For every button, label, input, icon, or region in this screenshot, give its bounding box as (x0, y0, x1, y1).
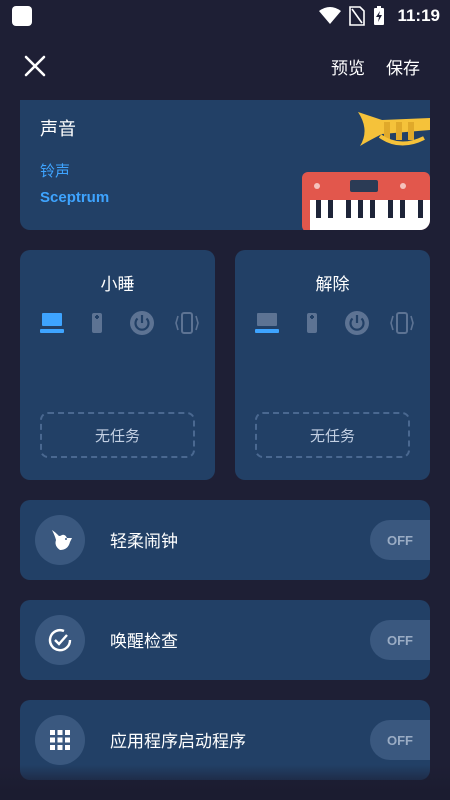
status-icons: 11:19 (319, 4, 440, 28)
dismiss-card: 解除 无任务 (235, 250, 430, 480)
battery-icon[interactable] (83, 309, 111, 337)
power-icon[interactable] (128, 309, 156, 337)
app-grid-icon (35, 715, 85, 765)
status-time: 11:19 (397, 6, 440, 25)
snooze-title: 小睡 (100, 275, 135, 295)
check-circle-icon (35, 615, 85, 665)
bottom-fade (0, 765, 450, 800)
phone-shake-icon[interactable] (388, 309, 416, 337)
dismiss-method-icons (253, 308, 416, 338)
snooze-method-icons (38, 308, 201, 338)
save-button[interactable]: 保存 (386, 54, 420, 79)
top-bar: 预览 保存 (0, 45, 450, 85)
wake-up-check-toggle[interactable]: OFF (370, 620, 430, 660)
battery-icon[interactable] (298, 309, 326, 337)
power-icon[interactable] (343, 309, 371, 337)
sound-title: 声音 (40, 119, 76, 140)
sound-card[interactable]: 声音 铃声 Sceptrum (20, 100, 430, 230)
instruments-illustration (302, 112, 430, 230)
ringtone-name: Sceptrum (40, 189, 110, 206)
wake-up-check-label: 唤醒检查 (110, 632, 178, 652)
snooze-card: 小睡 无任务 (20, 250, 215, 480)
app-launcher-toggle[interactable]: OFF (370, 720, 430, 760)
trumpet-icon (358, 112, 430, 146)
dismiss-no-task-slot[interactable]: 无任务 (255, 412, 410, 458)
wake-up-check-row[interactable]: 唤醒检查 OFF (20, 600, 430, 680)
status-bar: 11:19 (0, 0, 450, 32)
gentle-alarm-toggle[interactable]: OFF (370, 520, 430, 560)
preview-button[interactable]: 预览 (331, 54, 365, 79)
keyboard-icon (302, 172, 430, 230)
phone-shake-icon[interactable] (173, 309, 201, 337)
app-notification-icon (12, 6, 32, 26)
ringtone-label: 铃声 (40, 163, 71, 180)
laptop-icon[interactable] (38, 309, 66, 337)
dismiss-title: 解除 (315, 275, 350, 295)
app-launcher-label: 应用程序启动程序 (110, 732, 246, 752)
battery-charging-icon (374, 6, 385, 25)
bird-icon (35, 515, 85, 565)
laptop-icon[interactable] (253, 309, 281, 337)
wifi-icon (319, 7, 342, 24)
gentle-alarm-label: 轻柔闹钟 (110, 532, 178, 552)
close-icon[interactable] (22, 53, 48, 79)
no-sim-icon (349, 6, 366, 26)
snooze-no-task-slot[interactable]: 无任务 (40, 412, 195, 458)
gentle-alarm-row[interactable]: 轻柔闹钟 OFF (20, 500, 430, 580)
